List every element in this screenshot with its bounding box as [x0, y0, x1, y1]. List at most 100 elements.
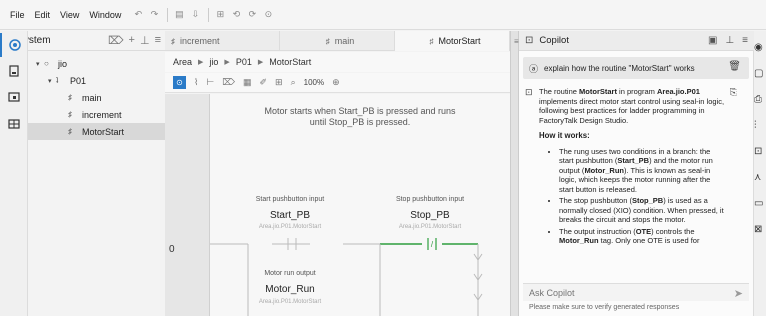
chart-icon[interactable]: ⊡: [754, 141, 766, 161]
network-icon[interactable]: ⊞: [213, 8, 227, 22]
user-avatar-icon: ⓐ: [529, 63, 539, 74]
breadcrumb-area[interactable]: Area: [173, 57, 192, 67]
tab-increment[interactable]: ♯ increment: [165, 31, 280, 51]
sync-right-icon[interactable]: ⟳: [245, 8, 259, 22]
add-icon[interactable]: +: [129, 34, 135, 47]
tree-item-p01[interactable]: ▾ ʇ P01: [28, 72, 165, 89]
highlight-icon[interactable]: ✐: [260, 77, 268, 88]
print-icon[interactable]: ⎙: [754, 89, 766, 109]
device-icon[interactable]: [0, 59, 28, 83]
pin-icon[interactable]: ⊥: [140, 34, 150, 47]
editor-tabs: ♯ increment ♯ main ♯ MotorStart: [165, 31, 510, 51]
menu-file[interactable]: File: [10, 10, 25, 20]
system-tools: ⌦ + ⊥ ≡: [108, 34, 161, 47]
copy-icon[interactable]: ▣: [708, 35, 717, 46]
list-item: The output instruction (OTE) controls th…: [559, 227, 725, 246]
breadcrumb-motorstart[interactable]: MotorStart: [269, 57, 311, 67]
monitor-icon[interactable]: ▭: [754, 193, 766, 213]
terminal-icon[interactable]: ⊠: [754, 219, 766, 239]
copilot-panel: ⊡ Copilot ▣ ⊥ ≡ ⓐ explain how the routin…: [519, 31, 754, 316]
breadcrumb-p01[interactable]: P01: [236, 57, 252, 67]
select-tool-icon[interactable]: ⊙: [173, 76, 186, 89]
properties-icon[interactable]: ◉: [754, 37, 766, 57]
redo-icon[interactable]: ↷: [147, 8, 161, 22]
pin-icon[interactable]: ⊥: [725, 35, 734, 46]
history-icon[interactable]: ⊙: [261, 8, 275, 22]
tag-tool-icon[interactable]: ⌦: [222, 77, 235, 88]
tab-label: MotorStart: [438, 36, 481, 46]
grid-tool-icon[interactable]: ▦: [243, 77, 252, 88]
copilot-tools: ▣ ⊥ ≡: [708, 35, 748, 46]
list-item: The stop pushbutton (Stop_PB) is used as…: [559, 196, 725, 225]
system-tree: ▾ ○ jio ▾ ʇ P01 ♯ main ♯ increment ♯ Mot…: [28, 55, 165, 140]
tree-item-motorstart[interactable]: ♯ MotorStart: [28, 123, 165, 140]
breadcrumb-jio[interactable]: jio: [209, 57, 218, 67]
controller-icon: ○: [44, 59, 49, 68]
bullet-term: Stop_PB: [631, 196, 664, 205]
ladder-diagram: /: [210, 238, 483, 316]
trash-icon[interactable]: 🗑: [728, 61, 741, 72]
tree-item-label: increment: [82, 109, 122, 120]
send-icon[interactable]: ➤: [734, 287, 743, 300]
wire-tool-icon[interactable]: ⌇: [194, 77, 198, 88]
menu-window[interactable]: Window: [89, 10, 121, 20]
tree-item-label: MotorStart: [82, 126, 125, 137]
menu-icon[interactable]: ≡: [155, 34, 161, 47]
routine-icon: ♯: [325, 36, 330, 46]
expand-icon[interactable]: ▾: [36, 60, 44, 68]
explorer-icon[interactable]: [0, 33, 28, 57]
reply-text: The routine MotorStart in program Area.j…: [539, 87, 725, 248]
panel-icon[interactable]: ▢: [754, 63, 766, 83]
expand-icon[interactable]: ▾: [48, 77, 56, 85]
bullet-term: Motor_Run: [584, 165, 625, 175]
rung-number-gutter: 0: [165, 94, 210, 316]
chevron-right-icon: ▶: [257, 59, 264, 66]
download-icon[interactable]: ⇩: [188, 8, 202, 22]
user-message-text: explain how the routine "MotorStart" wor…: [544, 63, 695, 73]
tree-item-jio[interactable]: ▾ ○ jio: [28, 55, 165, 72]
tab-main[interactable]: ♯ main: [280, 31, 395, 51]
rung-number[interactable]: 0: [169, 244, 175, 255]
branch-tool-icon[interactable]: ⊢: [206, 77, 214, 88]
undo-icon[interactable]: ↶: [131, 8, 145, 22]
tab-label: increment: [180, 36, 220, 46]
toolbar-divider: [208, 7, 210, 22]
copilot-response-icon: ⊡: [525, 87, 533, 97]
tag-icon[interactable]: ⌦: [108, 34, 124, 47]
copy-response-icon[interactable]: ⎘: [730, 87, 737, 98]
menu-edit[interactable]: Edit: [35, 10, 51, 20]
tools-icon[interactable]: ⋏: [754, 167, 766, 187]
ask-copilot-box: ➤: [523, 283, 749, 301]
network-tool-icon[interactable]: ⊞: [275, 77, 283, 88]
menubar: File Edit View Window ↶ ↷ ▤ ⇩ ⊞ ⟲ ⟳ ⊙: [0, 0, 766, 30]
tree-item-increment[interactable]: ♯ increment: [28, 106, 165, 123]
reply-intro-part: implements direct motor start control us…: [539, 96, 725, 125]
tab-motorstart[interactable]: ♯ MotorStart: [395, 31, 510, 51]
document-icon[interactable]: ▤: [172, 8, 186, 22]
routine-icon: ♯: [429, 36, 434, 46]
routine-icon: ♯: [68, 127, 72, 136]
menu-icon[interactable]: ≡: [742, 35, 748, 46]
menu-view[interactable]: View: [60, 10, 79, 20]
drop-markers: [473, 244, 483, 316]
ask-copilot-input[interactable]: [529, 287, 719, 298]
zoom-icon[interactable]: ⌕: [291, 77, 296, 88]
settings-icon[interactable]: ⫶: [754, 115, 766, 135]
editor-toolbar: ⊙ ⌇ ⊢ ⌦ ▦ ✐ ⊞ ⌕ 100% ⊕: [165, 73, 510, 93]
panel-splitter[interactable]: ≡: [510, 31, 519, 316]
zoom-in-icon[interactable]: ⊕: [332, 77, 340, 88]
module-icon[interactable]: [0, 85, 28, 109]
bullet-term: Start_PB: [617, 156, 650, 165]
ladder-canvas[interactable]: 0 Motor starts when Start_PB is pressed …: [165, 94, 510, 316]
splitter-menu-icon[interactable]: ≡: [514, 37, 519, 46]
disclaimer: Please make sure to verify generated res…: [529, 304, 680, 311]
tree-item-label: main: [82, 92, 102, 103]
reply-intro: The routine MotorStart in program Area.j…: [539, 87, 725, 125]
library-icon[interactable]: [0, 111, 28, 135]
sync-left-icon[interactable]: ⟲: [229, 8, 243, 22]
stop-contact[interactable]: /: [427, 238, 437, 250]
reply-heading: How it works:: [539, 131, 590, 140]
zoom-level[interactable]: 100%: [304, 78, 324, 87]
chevron-right-icon: ▶: [224, 59, 230, 66]
tree-item-main[interactable]: ♯ main: [28, 89, 165, 106]
